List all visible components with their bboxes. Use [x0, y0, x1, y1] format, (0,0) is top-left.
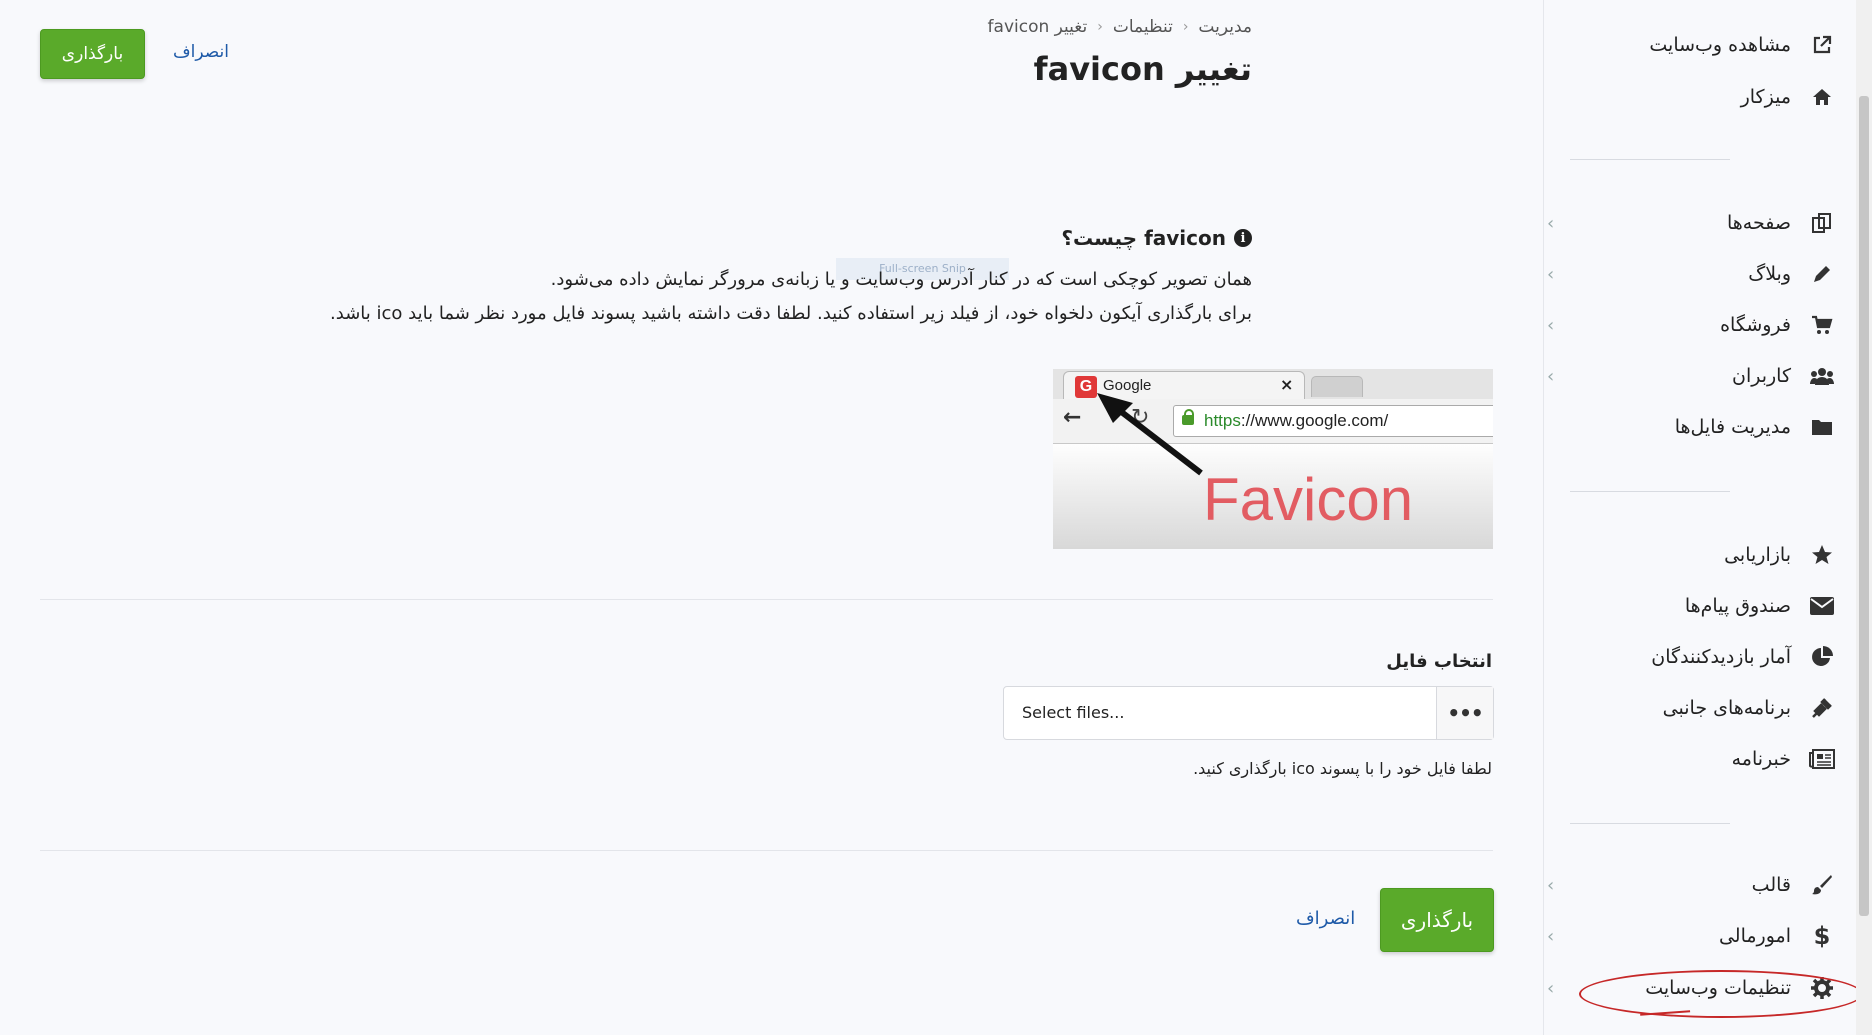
home-icon: [1809, 84, 1835, 110]
sidebar-item-theme[interactable]: ‹ قالب: [1545, 865, 1835, 905]
breadcrumb-current: تغییر favicon: [987, 17, 1088, 37]
sidebar-item-finance[interactable]: ‹ امورمالی $: [1545, 916, 1835, 956]
browse-files-button[interactable]: •••: [1436, 687, 1493, 739]
sidebar-item-label: مشاهده وب‌سایت: [1649, 34, 1791, 56]
sidebar-item-label: خبرنامه: [1731, 748, 1791, 770]
pencil-icon: [1809, 261, 1835, 287]
sidebar-item-label: وبلاگ: [1748, 263, 1791, 285]
breadcrumb-admin[interactable]: مدیریت: [1198, 17, 1252, 37]
page-title: تغییر favicon: [1033, 50, 1252, 88]
sidebar-item-label: آمار بازدیدکنندگان: [1651, 646, 1791, 668]
scrollbar-thumb[interactable]: [1859, 96, 1869, 916]
info-description-1: همان تصویر کوچکی است که در کنار آدرس وب‌…: [550, 269, 1252, 290]
sidebar-item-label: صفحه‌ها: [1726, 212, 1791, 234]
info-description-2: برای بارگذاری آیکون دلخواه خود، از فیلد …: [330, 303, 1252, 324]
scrollbar[interactable]: [1856, 0, 1872, 1035]
file-field-label: انتخاب فایل: [1386, 651, 1492, 672]
newspaper-icon: [1809, 746, 1835, 772]
sidebar-item-marketing[interactable]: بازاریابی: [1545, 535, 1835, 575]
chevron-left-icon: ‹: [1547, 978, 1555, 999]
sidebar-item-label: قالب: [1751, 874, 1791, 896]
divider: [40, 850, 1493, 851]
dollar-icon: $: [1813, 922, 1831, 950]
sidebar-item-pages[interactable]: ‹ صفحه‌ها: [1545, 203, 1835, 243]
sidebar-item-label: فروشگاه: [1720, 314, 1791, 336]
pie-chart-icon: [1809, 644, 1835, 670]
sidebar-item-file-manager[interactable]: مدیریت فایل‌ها: [1545, 407, 1835, 447]
sidebar: مشاهده وب‌سایت میزکار ‹ صفحه‌ها ‹ وبلاگ …: [1543, 0, 1857, 1035]
folder-icon: [1809, 414, 1835, 440]
chevron-left-icon: ‹: [1547, 315, 1555, 336]
info-icon: i: [1234, 229, 1252, 247]
sidebar-item-label: میزکار: [1740, 86, 1791, 108]
gear-icon: [1809, 975, 1835, 1001]
breadcrumb-separator-icon: ‹: [1182, 19, 1189, 35]
sidebar-item-label: بازاریابی: [1724, 544, 1791, 566]
upload-button-bottom[interactable]: بارگذاری: [1380, 888, 1494, 952]
info-heading: i favicon چیست؟: [1061, 226, 1252, 250]
sidebar-item-label: تنظیمات وب‌سایت: [1645, 977, 1791, 999]
users-icon: [1809, 363, 1835, 389]
sidebar-item-view-site[interactable]: مشاهده وب‌سایت: [1545, 25, 1835, 65]
star-icon: [1809, 542, 1835, 568]
breadcrumb-separator-icon: ‹: [1097, 19, 1103, 35]
chevron-left-icon: ‹: [1547, 264, 1555, 285]
cart-icon: [1809, 312, 1835, 338]
sidebar-item-dashboard[interactable]: میزکار: [1545, 77, 1835, 117]
chevron-left-icon: ‹: [1547, 875, 1555, 896]
sidebar-item-label: امورمالی: [1718, 925, 1791, 947]
sidebar-item-label: صندوق پیام‌ها: [1684, 595, 1791, 617]
sidebar-divider: [1570, 823, 1730, 824]
sidebar-item-newsletter[interactable]: خبرنامه: [1545, 739, 1835, 779]
sidebar-item-label: مدیریت فایل‌ها: [1674, 416, 1791, 438]
file-input[interactable]: Select files... •••: [1003, 686, 1494, 740]
sidebar-item-shop[interactable]: ‹ فروشگاه: [1545, 305, 1835, 345]
cancel-link-bottom[interactable]: انصراف: [1296, 908, 1355, 929]
upload-button-top[interactable]: بارگذاری: [40, 29, 145, 79]
sidebar-item-plugins[interactable]: برنامه‌های جانبی: [1545, 688, 1835, 728]
chevron-left-icon: ‹: [1547, 926, 1555, 947]
file-field-help: لطفا فایل خود را با پسوند ico بارگذاری ک…: [1193, 759, 1492, 778]
sidebar-item-inbox[interactable]: صندوق پیام‌ها: [1545, 586, 1835, 626]
plug-icon: [1809, 695, 1835, 721]
sidebar-item-label: برنامه‌های جانبی: [1662, 697, 1791, 719]
sidebar-divider: [1570, 159, 1730, 160]
sidebar-item-users[interactable]: ‹ کاربران: [1545, 356, 1835, 396]
paintbrush-icon: [1809, 872, 1835, 898]
chevron-left-icon: ‹: [1547, 213, 1555, 234]
favicon-illustration: G Google × ← ↻ https://www.google.com/ F…: [1053, 369, 1493, 549]
copy-icon: [1809, 210, 1835, 236]
pointer-arrow-icon: [1097, 393, 1203, 476]
sidebar-item-website-settings[interactable]: ‹ تنظیمات وب‌سایت: [1545, 968, 1835, 1008]
sidebar-item-blog[interactable]: ‹ وبلاگ: [1545, 254, 1835, 294]
file-input-placeholder[interactable]: Select files...: [1022, 703, 1124, 722]
breadcrumb: مدیریت ‹ تنظیمات ‹ تغییر favicon: [988, 17, 1252, 37]
cancel-link-top[interactable]: انصراف: [173, 42, 229, 62]
chevron-left-icon: ‹: [1547, 366, 1555, 387]
breadcrumb-settings[interactable]: تنظیمات: [1113, 17, 1173, 37]
divider: [40, 599, 1493, 600]
external-link-icon: [1809, 32, 1835, 58]
info-heading-text: favicon چیست؟: [1061, 226, 1226, 250]
envelope-icon: [1809, 593, 1835, 619]
sidebar-item-label: کاربران: [1731, 365, 1791, 387]
sidebar-divider: [1570, 491, 1730, 492]
sidebar-item-visitor-stats[interactable]: آمار بازدیدکنندگان: [1545, 637, 1835, 677]
